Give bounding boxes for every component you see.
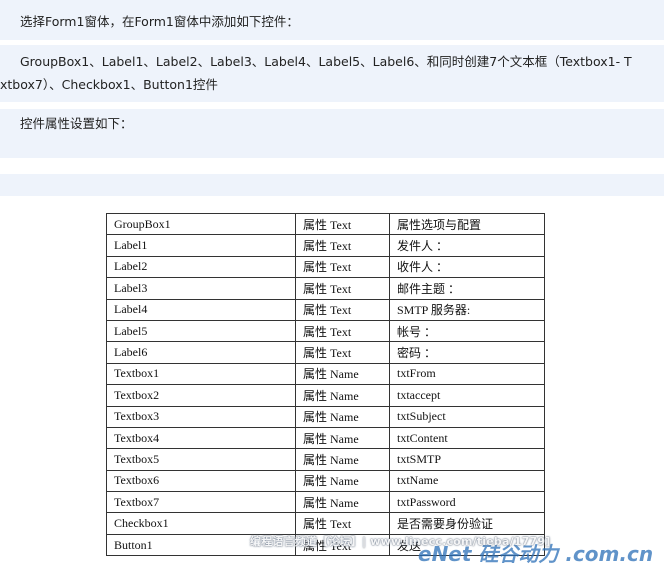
intro-line-2b: xtbox7）、Checkbox1、Button1控件 [0, 77, 218, 92]
table-row: Label2 属性 Text 收件人 ： [106, 255, 545, 279]
value-cell: 帐号 ： [389, 319, 545, 343]
control-name-cell: Label5 [106, 319, 296, 343]
property-cell: 属性 Name [295, 469, 390, 493]
control-name-cell: Textbox5 [106, 448, 296, 471]
property-cell: 属性 Text [295, 341, 390, 364]
property-cell: 属性 Name [295, 426, 390, 450]
watermark-text: 编程语言频道【论坛】| www.linecc.com/tieba/1779] [250, 535, 551, 548]
value-cell: 是否需要身份验证 [389, 512, 545, 535]
value-cell: txtaccept [389, 384, 545, 407]
property-cell: 属性 Text [295, 255, 390, 279]
value-cell: txtSubject [389, 405, 545, 428]
property-cell: 属性 Text [295, 298, 390, 321]
table-row: Textbox4 属性 Name txtContent [106, 426, 545, 450]
control-name-cell: Textbox4 [106, 426, 296, 450]
control-name-cell: Label1 [106, 234, 296, 257]
value-cell: 密码 ： [389, 341, 545, 364]
control-name-cell: Label3 [106, 277, 296, 300]
value-cell: txtPassword [389, 491, 545, 514]
control-name-cell: Label4 [106, 298, 296, 321]
property-cell: 属性 Name [295, 362, 390, 386]
property-cell: 属性 Name [295, 448, 390, 471]
table-row: Checkbox1 属性 Text 是否需要身份验证 [106, 512, 545, 535]
control-name-cell: GroupBox1 [106, 212, 296, 236]
value-cell: 邮件主题 ： [389, 277, 545, 300]
control-name-cell: Label6 [106, 341, 296, 364]
text-band-4 [0, 174, 664, 196]
table-row: Label4 属性 Text SMTP 服务器: [106, 298, 545, 321]
table-row: Textbox1 属性 Name txtFrom [106, 362, 545, 386]
value-cell: SMTP 服务器: [389, 298, 545, 321]
table-row: Textbox3 属性 Name txtSubject [106, 405, 545, 428]
control-name-cell: Textbox2 [106, 384, 296, 407]
property-cell: 属性 Name [295, 491, 390, 514]
intro-line-1: 选择Form1窗体，在Form1窗体中添加如下控件： [20, 14, 299, 29]
value-cell: txtSMTP [389, 448, 545, 471]
value-cell: 收件人 ： [389, 255, 545, 279]
table-row: GroupBox1 属性 Text 属性选项与配置 [106, 212, 545, 236]
table-row: Label3 属性 Text 邮件主题 ： [106, 277, 545, 300]
intro-line-3: 控件属性设置如下： [20, 116, 133, 131]
control-name-cell: Checkbox1 [106, 512, 296, 535]
value-cell: 属性选项与配置 [389, 212, 545, 236]
table-row: Label6 属性 Text 密码 ： [106, 341, 545, 364]
property-cell: 属性 Text [295, 319, 390, 343]
table-row: Textbox6 属性 Name txtName [106, 469, 545, 493]
control-name-cell: Textbox7 [106, 491, 296, 514]
property-cell: 属性 Name [295, 384, 390, 407]
property-cell: 属性 Text [295, 234, 390, 257]
table-row: Textbox5 属性 Name txtSMTP [106, 448, 545, 471]
property-cell: 属性 Text [295, 512, 390, 535]
control-name-cell: Textbox3 [106, 405, 296, 428]
value-cell: txtName [389, 469, 545, 493]
table-row: Textbox2 属性 Name txtaccept [106, 384, 545, 407]
control-properties-table: GroupBox1 属性 Text 属性选项与配置 Label1 属性 Text 发件人 … [106, 212, 545, 557]
table-row: Label1 属性 Text 发件人 ： [106, 234, 545, 257]
table-row: Label5 属性 Text 帐号 ： [106, 319, 545, 343]
control-name-cell: Textbox1 [106, 362, 296, 386]
property-cell: 属性 Text [295, 277, 390, 300]
control-name-cell: Textbox6 [106, 469, 296, 493]
property-cell: 属性 Name [295, 405, 390, 428]
control-name-cell: Label2 [106, 255, 296, 279]
table-row: Textbox7 属性 Name txtPassword [106, 491, 545, 514]
value-cell: 发件人 ： [389, 234, 545, 257]
value-cell: txtContent [389, 426, 545, 450]
value-cell: txtFrom [389, 362, 545, 386]
property-cell: 属性 Text [295, 212, 390, 236]
intro-line-2a: GroupBox1、Label1、Label2、Label3、Label4、La… [20, 54, 632, 69]
